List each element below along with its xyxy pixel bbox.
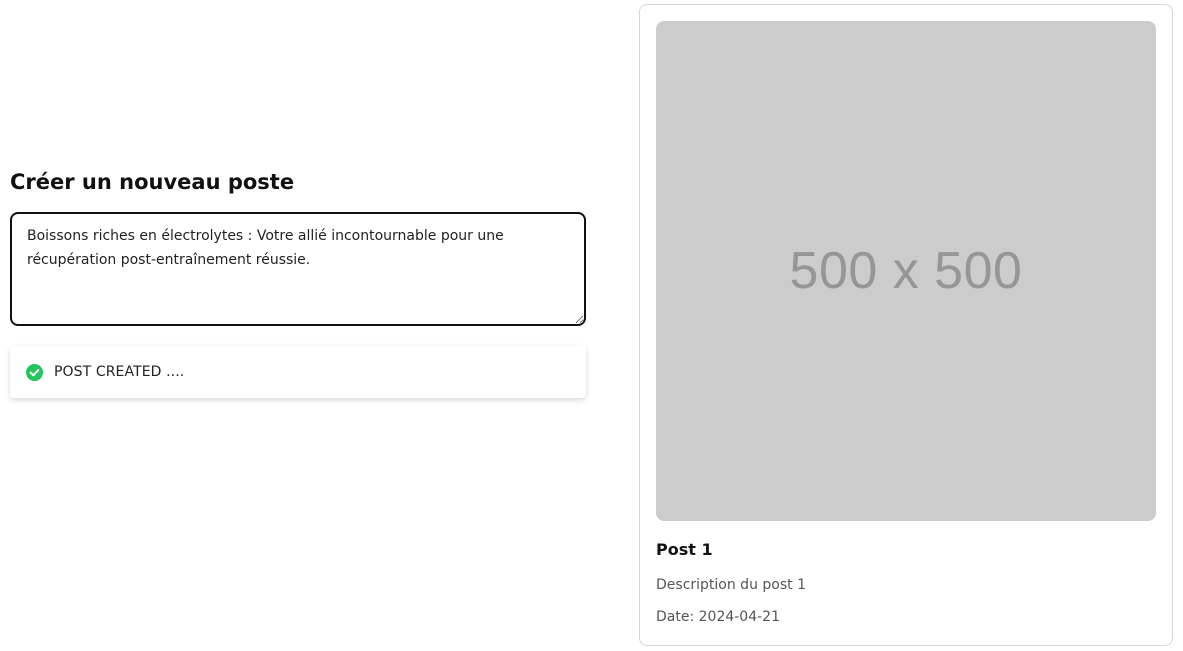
check-circle-icon [26, 363, 43, 381]
post-date: Date: 2024-04-21 [656, 609, 780, 625]
post-description: Description du post 1 [656, 577, 806, 593]
success-toast: POST CREATED .... [10, 346, 586, 398]
create-post-section: Créer un nouveau poste Boissons riches e… [10, 165, 586, 398]
post-card: 500 x 500 Post 1 Description du post 1 D… [639, 4, 1173, 646]
post-title: Post 1 [656, 540, 713, 559]
post-content-textarea[interactable]: Boissons riches en électrolytes : Votre … [10, 212, 586, 326]
page: Créer un nouveau poste Boissons riches e… [0, 0, 1183, 651]
toast-message: POST CREATED .... [54, 364, 185, 380]
create-post-title: Créer un nouveau poste [10, 170, 295, 194]
image-placeholder-label: 500 x 500 [789, 242, 1023, 300]
post-image-placeholder: 500 x 500 [656, 21, 1156, 521]
